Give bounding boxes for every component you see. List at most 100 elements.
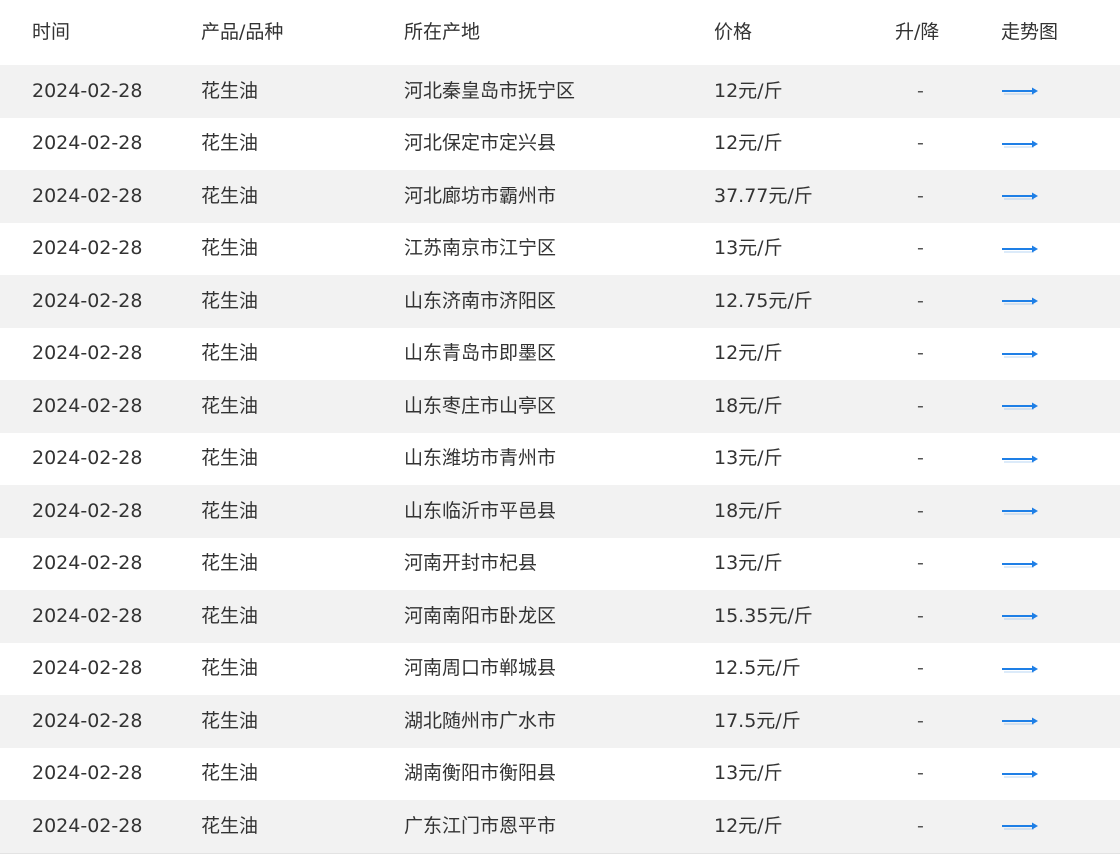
price-table: 时间 产品/品种 所在产地 价格 升/降 走势图 2024-02-28 花生油 … — [0, 0, 1120, 854]
cell-trend[interactable] — [1001, 712, 1039, 731]
cell-trend[interactable] — [1001, 82, 1039, 101]
arrow-right-icon[interactable] — [1001, 84, 1039, 98]
cell-time: 2024-02-28 — [32, 132, 143, 155]
cell-price: 12元/斤 — [714, 814, 783, 837]
cell-product: 花生油 — [201, 709, 259, 732]
cell-price: 18元/斤 — [714, 499, 783, 522]
cell-trend[interactable] — [1001, 659, 1039, 678]
cell-product: 花生油 — [201, 814, 259, 837]
cell-price: 12元/斤 — [714, 79, 783, 102]
cell-origin: 山东济南市济阳区 — [404, 289, 557, 312]
arrow-right-icon[interactable] — [1001, 504, 1039, 518]
table-row: 2024-02-28 花生油 河南周口市郸城县 12.5元/斤 - — [0, 643, 1120, 696]
cell-change: - — [917, 762, 924, 785]
header-change: 升/降 — [895, 21, 940, 43]
table-row: 2024-02-28 花生油 广东江门市恩平市 12元/斤 - — [0, 800, 1120, 853]
arrow-right-icon[interactable] — [1001, 819, 1039, 833]
arrow-right-icon[interactable] — [1001, 714, 1039, 728]
cell-trend[interactable] — [1001, 239, 1039, 258]
arrow-right-icon[interactable] — [1001, 452, 1039, 466]
cell-origin: 山东青岛市即墨区 — [404, 342, 557, 365]
cell-trend[interactable] — [1001, 449, 1039, 468]
table-row: 2024-02-28 花生油 河北廊坊市霸州市 37.77元/斤 - — [0, 170, 1120, 223]
arrow-right-icon[interactable] — [1001, 294, 1039, 308]
table-bottom-divider — [0, 852, 1120, 854]
cell-product: 花生油 — [201, 604, 259, 627]
cell-price: 13元/斤 — [714, 552, 783, 575]
cell-price: 12.75元/斤 — [714, 289, 813, 312]
arrow-right-icon[interactable] — [1001, 189, 1039, 203]
table-row: 2024-02-28 花生油 河南南阳市卧龙区 15.35元/斤 - — [0, 590, 1120, 643]
cell-product: 花生油 — [201, 552, 259, 575]
arrow-right-icon[interactable] — [1001, 242, 1039, 256]
arrow-right-icon[interactable] — [1001, 767, 1039, 781]
cell-trend[interactable] — [1001, 397, 1039, 416]
table-header: 时间 产品/品种 所在产地 价格 升/降 走势图 — [0, 0, 1120, 65]
cell-origin: 河北廊坊市霸州市 — [404, 184, 557, 207]
cell-product: 花生油 — [201, 657, 259, 680]
arrow-right-icon[interactable] — [1001, 399, 1039, 413]
header-price: 价格 — [714, 21, 753, 43]
cell-time: 2024-02-28 — [32, 342, 143, 365]
cell-change: - — [917, 499, 924, 522]
cell-product: 花生油 — [201, 342, 259, 365]
cell-product: 花生油 — [201, 79, 259, 102]
cell-price: 13元/斤 — [714, 762, 783, 785]
cell-price: 13元/斤 — [714, 447, 783, 470]
cell-trend[interactable] — [1001, 502, 1039, 521]
cell-trend[interactable] — [1001, 187, 1039, 206]
cell-change: - — [917, 342, 924, 365]
cell-price: 13元/斤 — [714, 237, 783, 260]
cell-origin: 河南南阳市卧龙区 — [404, 604, 557, 627]
cell-price: 37.77元/斤 — [714, 184, 813, 207]
header-product: 产品/品种 — [201, 21, 284, 43]
cell-trend[interactable] — [1001, 817, 1039, 836]
table-row: 2024-02-28 花生油 江苏南京市江宁区 13元/斤 - — [0, 223, 1120, 276]
cell-trend[interactable] — [1001, 607, 1039, 626]
cell-time: 2024-02-28 — [32, 604, 143, 627]
table-row: 2024-02-28 花生油 山东潍坊市青州市 13元/斤 - — [0, 433, 1120, 486]
cell-origin: 河北秦皇岛市抚宁区 — [404, 79, 576, 102]
table-body: 2024-02-28 花生油 河北秦皇岛市抚宁区 12元/斤 - 2024-02… — [0, 65, 1120, 853]
cell-trend[interactable] — [1001, 764, 1039, 783]
cell-time: 2024-02-28 — [32, 657, 143, 680]
cell-time: 2024-02-28 — [32, 237, 143, 260]
cell-origin: 山东潍坊市青州市 — [404, 447, 557, 470]
cell-trend[interactable] — [1001, 292, 1039, 311]
cell-time: 2024-02-28 — [32, 814, 143, 837]
table-row: 2024-02-28 花生油 山东临沂市平邑县 18元/斤 - — [0, 485, 1120, 538]
cell-origin: 湖南衡阳市衡阳县 — [404, 762, 557, 785]
arrow-right-icon[interactable] — [1001, 609, 1039, 623]
arrow-right-icon[interactable] — [1001, 137, 1039, 151]
cell-origin: 河南周口市郸城县 — [404, 657, 557, 680]
cell-product: 花生油 — [201, 499, 259, 522]
cell-time: 2024-02-28 — [32, 79, 143, 102]
cell-time: 2024-02-28 — [32, 394, 143, 417]
cell-trend[interactable] — [1001, 554, 1039, 573]
cell-origin: 河北保定市定兴县 — [404, 132, 557, 155]
cell-product: 花生油 — [201, 447, 259, 470]
cell-trend[interactable] — [1001, 134, 1039, 153]
header-origin: 所在产地 — [404, 21, 481, 43]
cell-origin: 河南开封市杞县 — [404, 552, 538, 575]
cell-trend[interactable] — [1001, 344, 1039, 363]
table-row: 2024-02-28 花生油 山东枣庄市山亭区 18元/斤 - — [0, 380, 1120, 433]
cell-time: 2024-02-28 — [32, 762, 143, 785]
cell-time: 2024-02-28 — [32, 709, 143, 732]
cell-origin: 山东临沂市平邑县 — [404, 499, 557, 522]
header-time: 时间 — [32, 21, 71, 43]
cell-change: - — [917, 657, 924, 680]
cell-change: - — [917, 709, 924, 732]
table-row: 2024-02-28 花生油 山东青岛市即墨区 12元/斤 - — [0, 328, 1120, 381]
cell-price: 12元/斤 — [714, 132, 783, 155]
cell-change: - — [917, 237, 924, 260]
cell-origin: 广东江门市恩平市 — [404, 814, 557, 837]
cell-time: 2024-02-28 — [32, 499, 143, 522]
cell-change: - — [917, 79, 924, 102]
arrow-right-icon[interactable] — [1001, 347, 1039, 361]
cell-origin: 江苏南京市江宁区 — [404, 237, 557, 260]
arrow-right-icon[interactable] — [1001, 662, 1039, 676]
cell-origin: 湖北随州市广水市 — [404, 709, 557, 732]
arrow-right-icon[interactable] — [1001, 557, 1039, 571]
cell-time: 2024-02-28 — [32, 184, 143, 207]
